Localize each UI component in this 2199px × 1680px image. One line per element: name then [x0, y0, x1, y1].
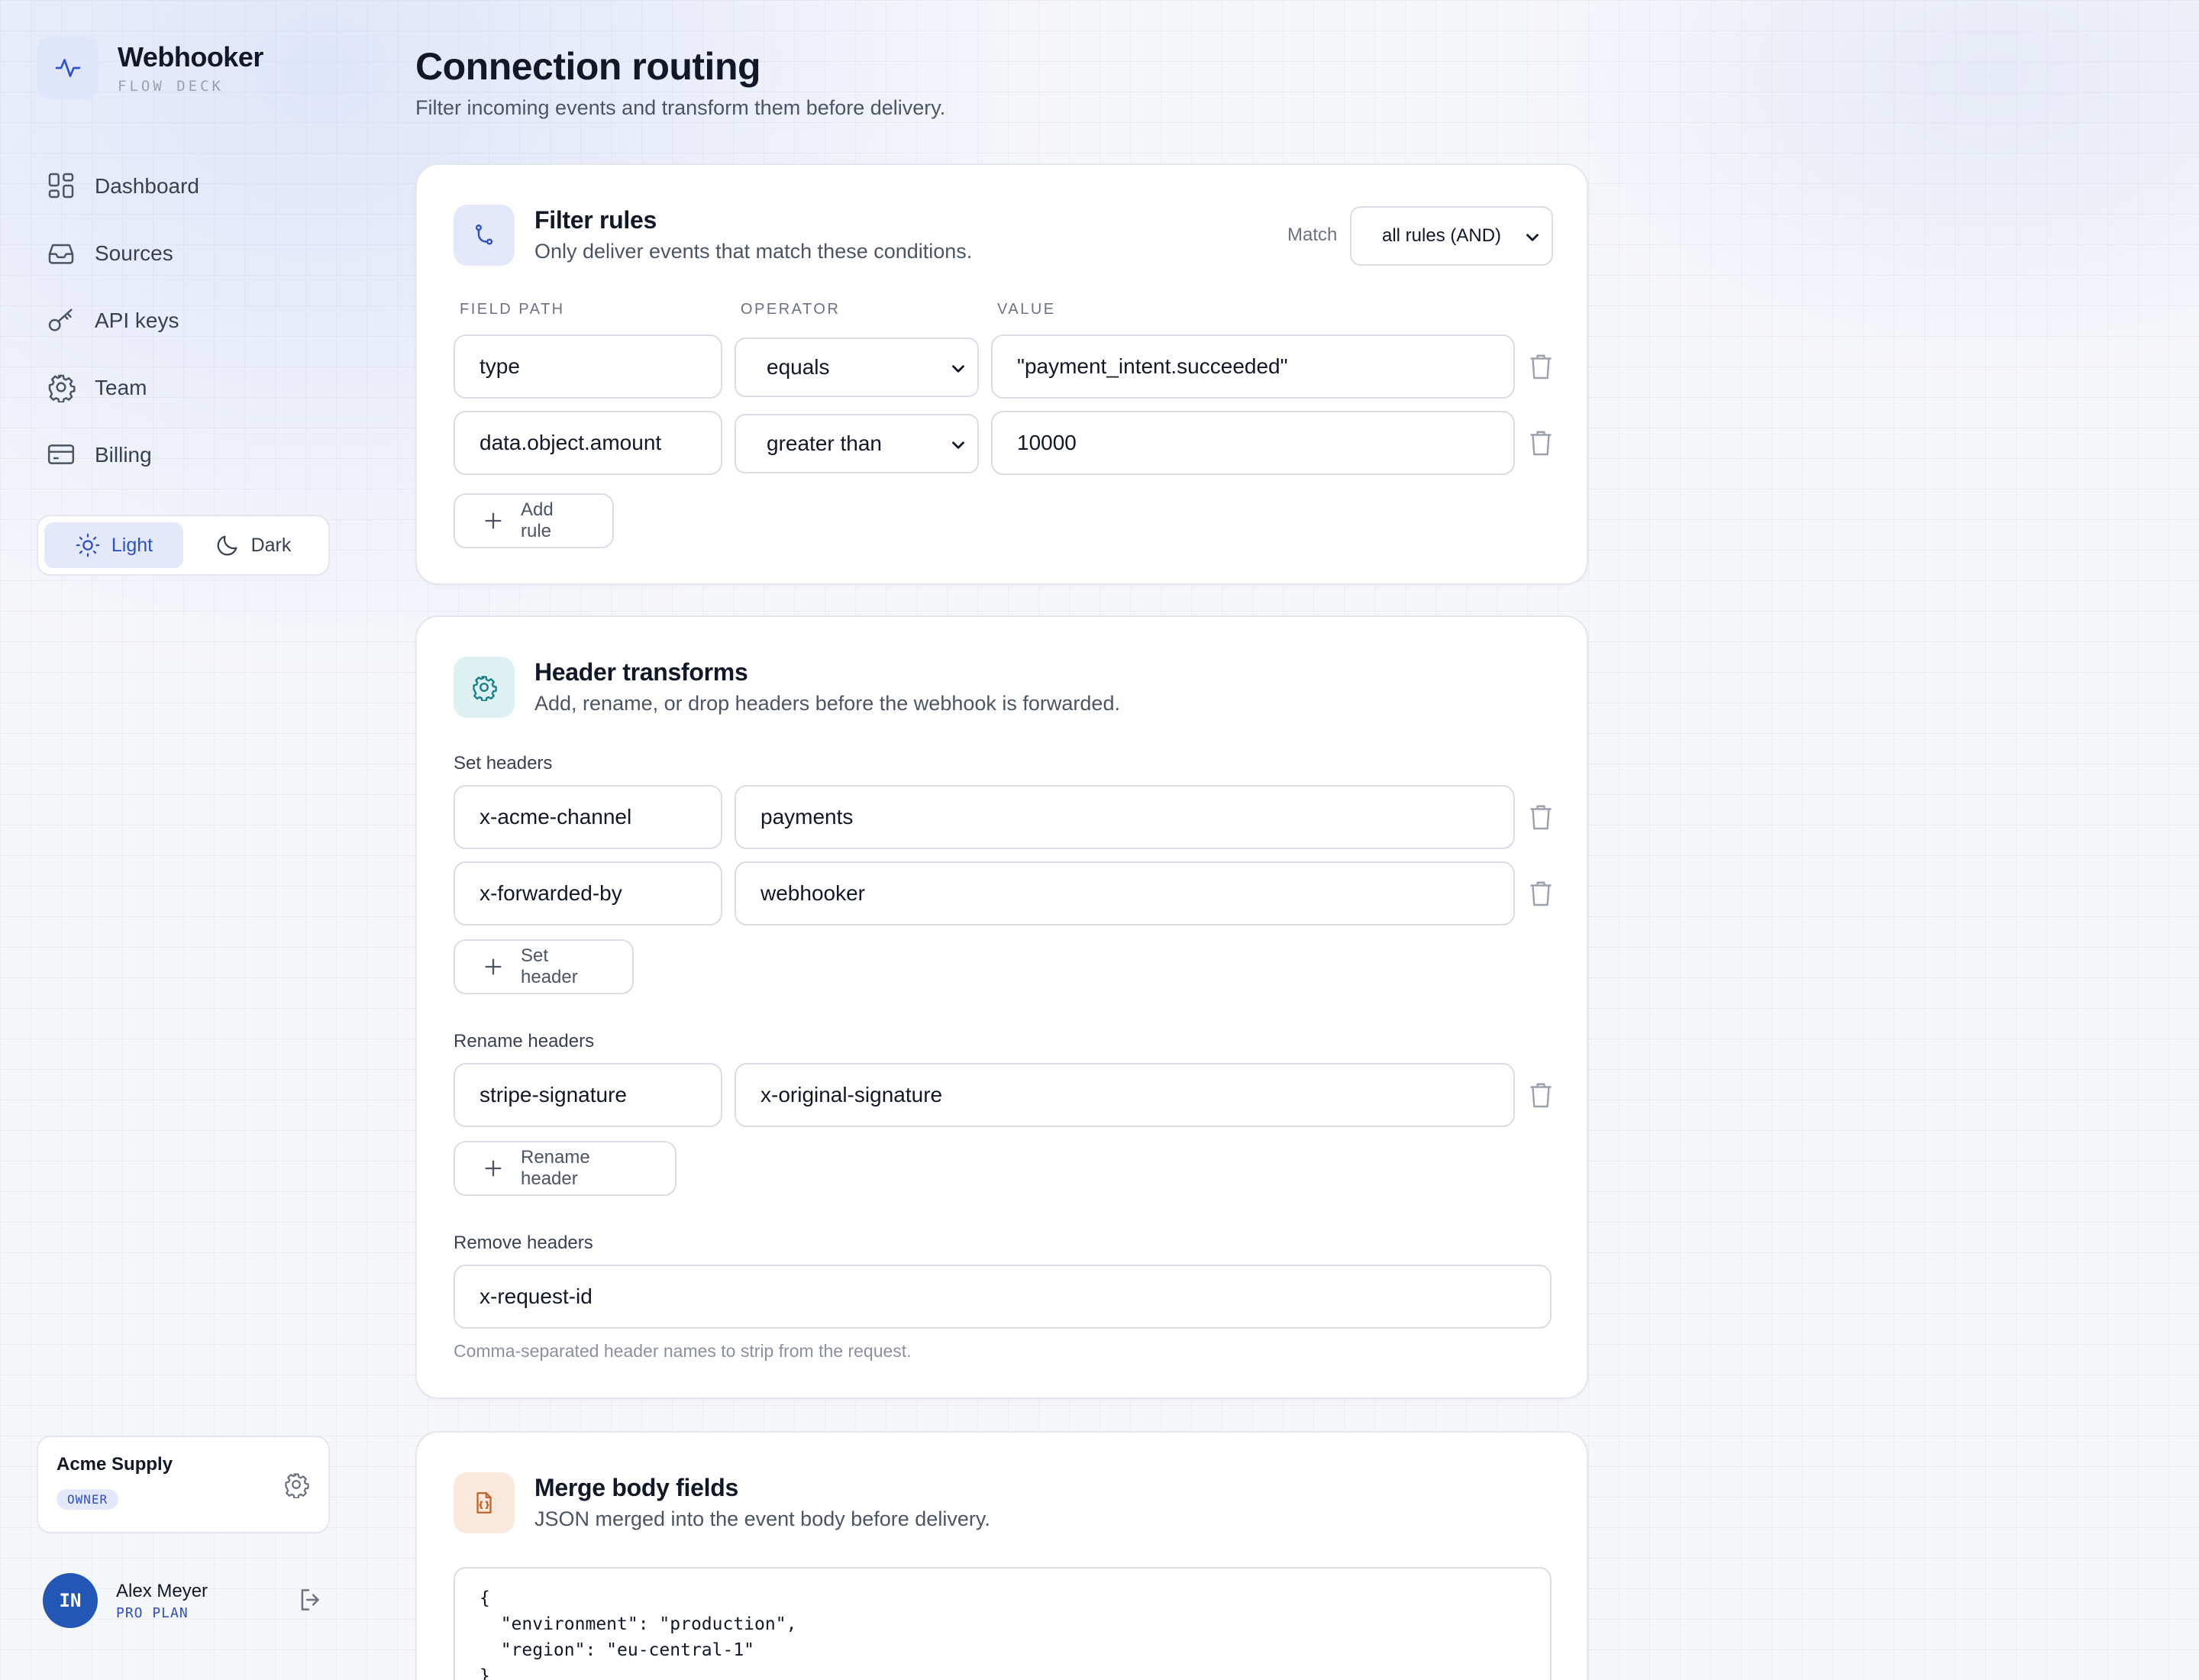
set-header-value-input[interactable]: webhooker: [735, 861, 1515, 926]
rule-field-input[interactable]: data.object.amount: [454, 411, 722, 475]
brand-name: Webhooker: [118, 41, 263, 73]
add-rule-button[interactable]: Add rule: [454, 493, 614, 548]
moon-icon: [215, 532, 251, 558]
plus-icon: [483, 1158, 521, 1179]
header-transforms-title: Header transforms: [534, 658, 748, 686]
plus-icon: [483, 510, 521, 531]
theme-dark-label: Dark: [250, 534, 292, 556]
page-subtitle: Filter incoming events and transform the…: [415, 96, 946, 119]
logout-icon[interactable]: [296, 1585, 325, 1614]
sidebar-item-team[interactable]: Team: [46, 354, 199, 422]
match-label: Match: [1287, 225, 1338, 245]
rename-header-from-input[interactable]: stripe-signature: [454, 1063, 722, 1127]
filter-rules-card: Filter rules Only deliver events that ma…: [415, 163, 1588, 585]
inbox-icon: [46, 237, 78, 270]
chevron-down-icon: [1523, 228, 1542, 247]
sidebar: Webhooker FLOW DECK Dashboard Sources AP…: [0, 0, 366, 1680]
rename-header-button[interactable]: Rename header: [454, 1141, 676, 1196]
page-title: Connection routing: [415, 45, 761, 88]
set-header-name-input[interactable]: x-forwarded-by: [454, 861, 722, 926]
sidebar-item-api-keys[interactable]: API keys: [46, 287, 199, 354]
rule-operator-value: greater than: [767, 431, 882, 455]
header-transforms-card: Header transforms Add, rename, or drop h…: [415, 615, 1588, 1399]
org-card[interactable]: Acme Supply OWNER: [37, 1436, 330, 1533]
rule-field-input[interactable]: type: [454, 334, 722, 399]
header-transforms-subtitle: Add, rename, or drop headers before the …: [534, 692, 1120, 715]
theme-light-label: Light: [111, 534, 153, 556]
brand[interactable]: Webhooker FLOW DECK: [37, 37, 263, 99]
sidebar-item-label: API keys: [95, 309, 179, 332]
user-name: Alex Meyer: [116, 1580, 208, 1601]
sidebar-item-sources[interactable]: Sources: [46, 220, 199, 287]
git-branch-icon: [454, 205, 515, 266]
column-field-path: FIELD PATH: [460, 301, 565, 318]
filter-rules-subtitle: Only deliver events that match these con…: [534, 240, 973, 263]
merge-body-title: Merge body fields: [534, 1474, 738, 1501]
remove-headers-label: Remove headers: [454, 1233, 593, 1253]
org-name: Acme Supply: [57, 1454, 173, 1475]
remove-headers-hint: Comma-separated header names to strip fr…: [454, 1341, 912, 1361]
add-rule-label: Add rule: [521, 499, 554, 541]
theme-light-button[interactable]: Light: [44, 522, 183, 568]
sidebar-item-billing[interactable]: Billing: [46, 422, 199, 489]
set-header-name-input[interactable]: x-acme-channel: [454, 785, 722, 849]
sun-icon: [75, 532, 111, 558]
sidebar-item-label: Sources: [95, 241, 173, 265]
chevron-down-icon: [948, 359, 968, 379]
rule-value-input[interactable]: "payment_intent.succeeded": [991, 334, 1515, 399]
theme-dark-button[interactable]: Dark: [183, 522, 322, 568]
trash-icon[interactable]: [1527, 1080, 1555, 1110]
column-operator: OPERATOR: [741, 301, 841, 318]
activity-icon: [37, 37, 99, 99]
brand-subtitle: FLOW DECK: [118, 78, 224, 95]
json-file-icon: [454, 1472, 515, 1533]
background-glow-right: [1512, 0, 2199, 382]
rule-value-input[interactable]: 10000: [991, 411, 1515, 475]
chevron-down-icon: [948, 435, 968, 455]
user-profile: IN Alex Meyer PRO PLAN: [43, 1572, 325, 1630]
avatar[interactable]: IN: [43, 1573, 98, 1628]
filter-rules-title: Filter rules: [534, 206, 657, 234]
user-plan: PRO PLAN: [116, 1604, 189, 1621]
trash-icon[interactable]: [1527, 351, 1555, 382]
rule-operator-value: equals: [767, 355, 830, 379]
column-value: VALUE: [997, 301, 1056, 318]
match-select-value: all rules (AND): [1382, 225, 1502, 246]
sidebar-nav: Dashboard Sources API keys Team Billing: [46, 153, 199, 489]
org-role-badge: OWNER: [57, 1489, 119, 1510]
sidebar-item-dashboard[interactable]: Dashboard: [46, 153, 199, 220]
key-icon: [46, 305, 78, 337]
trash-icon[interactable]: [1527, 428, 1555, 458]
rename-headers-label: Rename headers: [454, 1031, 595, 1052]
trash-icon[interactable]: [1527, 878, 1555, 909]
sidebar-item-label: Dashboard: [95, 174, 199, 198]
credit-card-icon: [46, 439, 78, 471]
merge-body-subtitle: JSON merged into the event body before d…: [534, 1507, 990, 1530]
trash-icon[interactable]: [1527, 802, 1555, 832]
sidebar-item-label: Billing: [95, 443, 152, 467]
rename-header-label: Rename header: [521, 1147, 590, 1189]
rule-operator-select[interactable]: equals: [735, 338, 979, 397]
merge-json-editor[interactable]: { "environment": "production", "region":…: [454, 1567, 1552, 1680]
gear-icon[interactable]: [283, 1471, 310, 1498]
match-select[interactable]: all rules (AND): [1350, 206, 1553, 266]
rule-operator-select[interactable]: greater than: [735, 414, 979, 473]
set-header-label: Set header: [521, 945, 578, 987]
sidebar-item-label: Team: [95, 376, 147, 399]
dashboard-icon: [46, 170, 78, 202]
merge-body-card: Merge body fields JSON merged into the e…: [415, 1431, 1588, 1680]
set-headers-label: Set headers: [454, 753, 553, 774]
set-header-button[interactable]: Set header: [454, 939, 634, 994]
rename-header-to-input[interactable]: x-original-signature: [735, 1063, 1515, 1127]
gear-icon: [454, 657, 515, 718]
gear-icon: [46, 372, 78, 404]
set-header-value-input[interactable]: payments: [735, 785, 1515, 849]
plus-icon: [483, 956, 521, 977]
theme-toggle: Light Dark: [37, 515, 330, 576]
remove-headers-input[interactable]: x-request-id: [454, 1265, 1552, 1329]
